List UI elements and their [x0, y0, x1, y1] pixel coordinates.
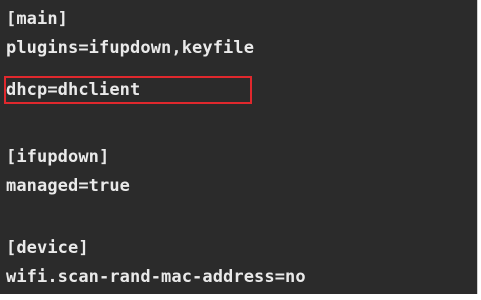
config-line-wifi-scan: wifi.scan-rand-mac-address=no — [6, 267, 306, 287]
section-header-ifupdown: [ifupdown] — [6, 147, 110, 167]
config-line-plugins: plugins=ifupdown,keyfile — [6, 38, 255, 58]
highlight-box — [4, 76, 252, 104]
section-header-main: [main] — [6, 9, 69, 29]
config-line-managed: managed=true — [6, 176, 131, 196]
section-header-device: [device] — [6, 238, 89, 258]
terminal-window: [main] plugins=ifupdown,keyfile dhcp=dhc… — [0, 0, 478, 294]
